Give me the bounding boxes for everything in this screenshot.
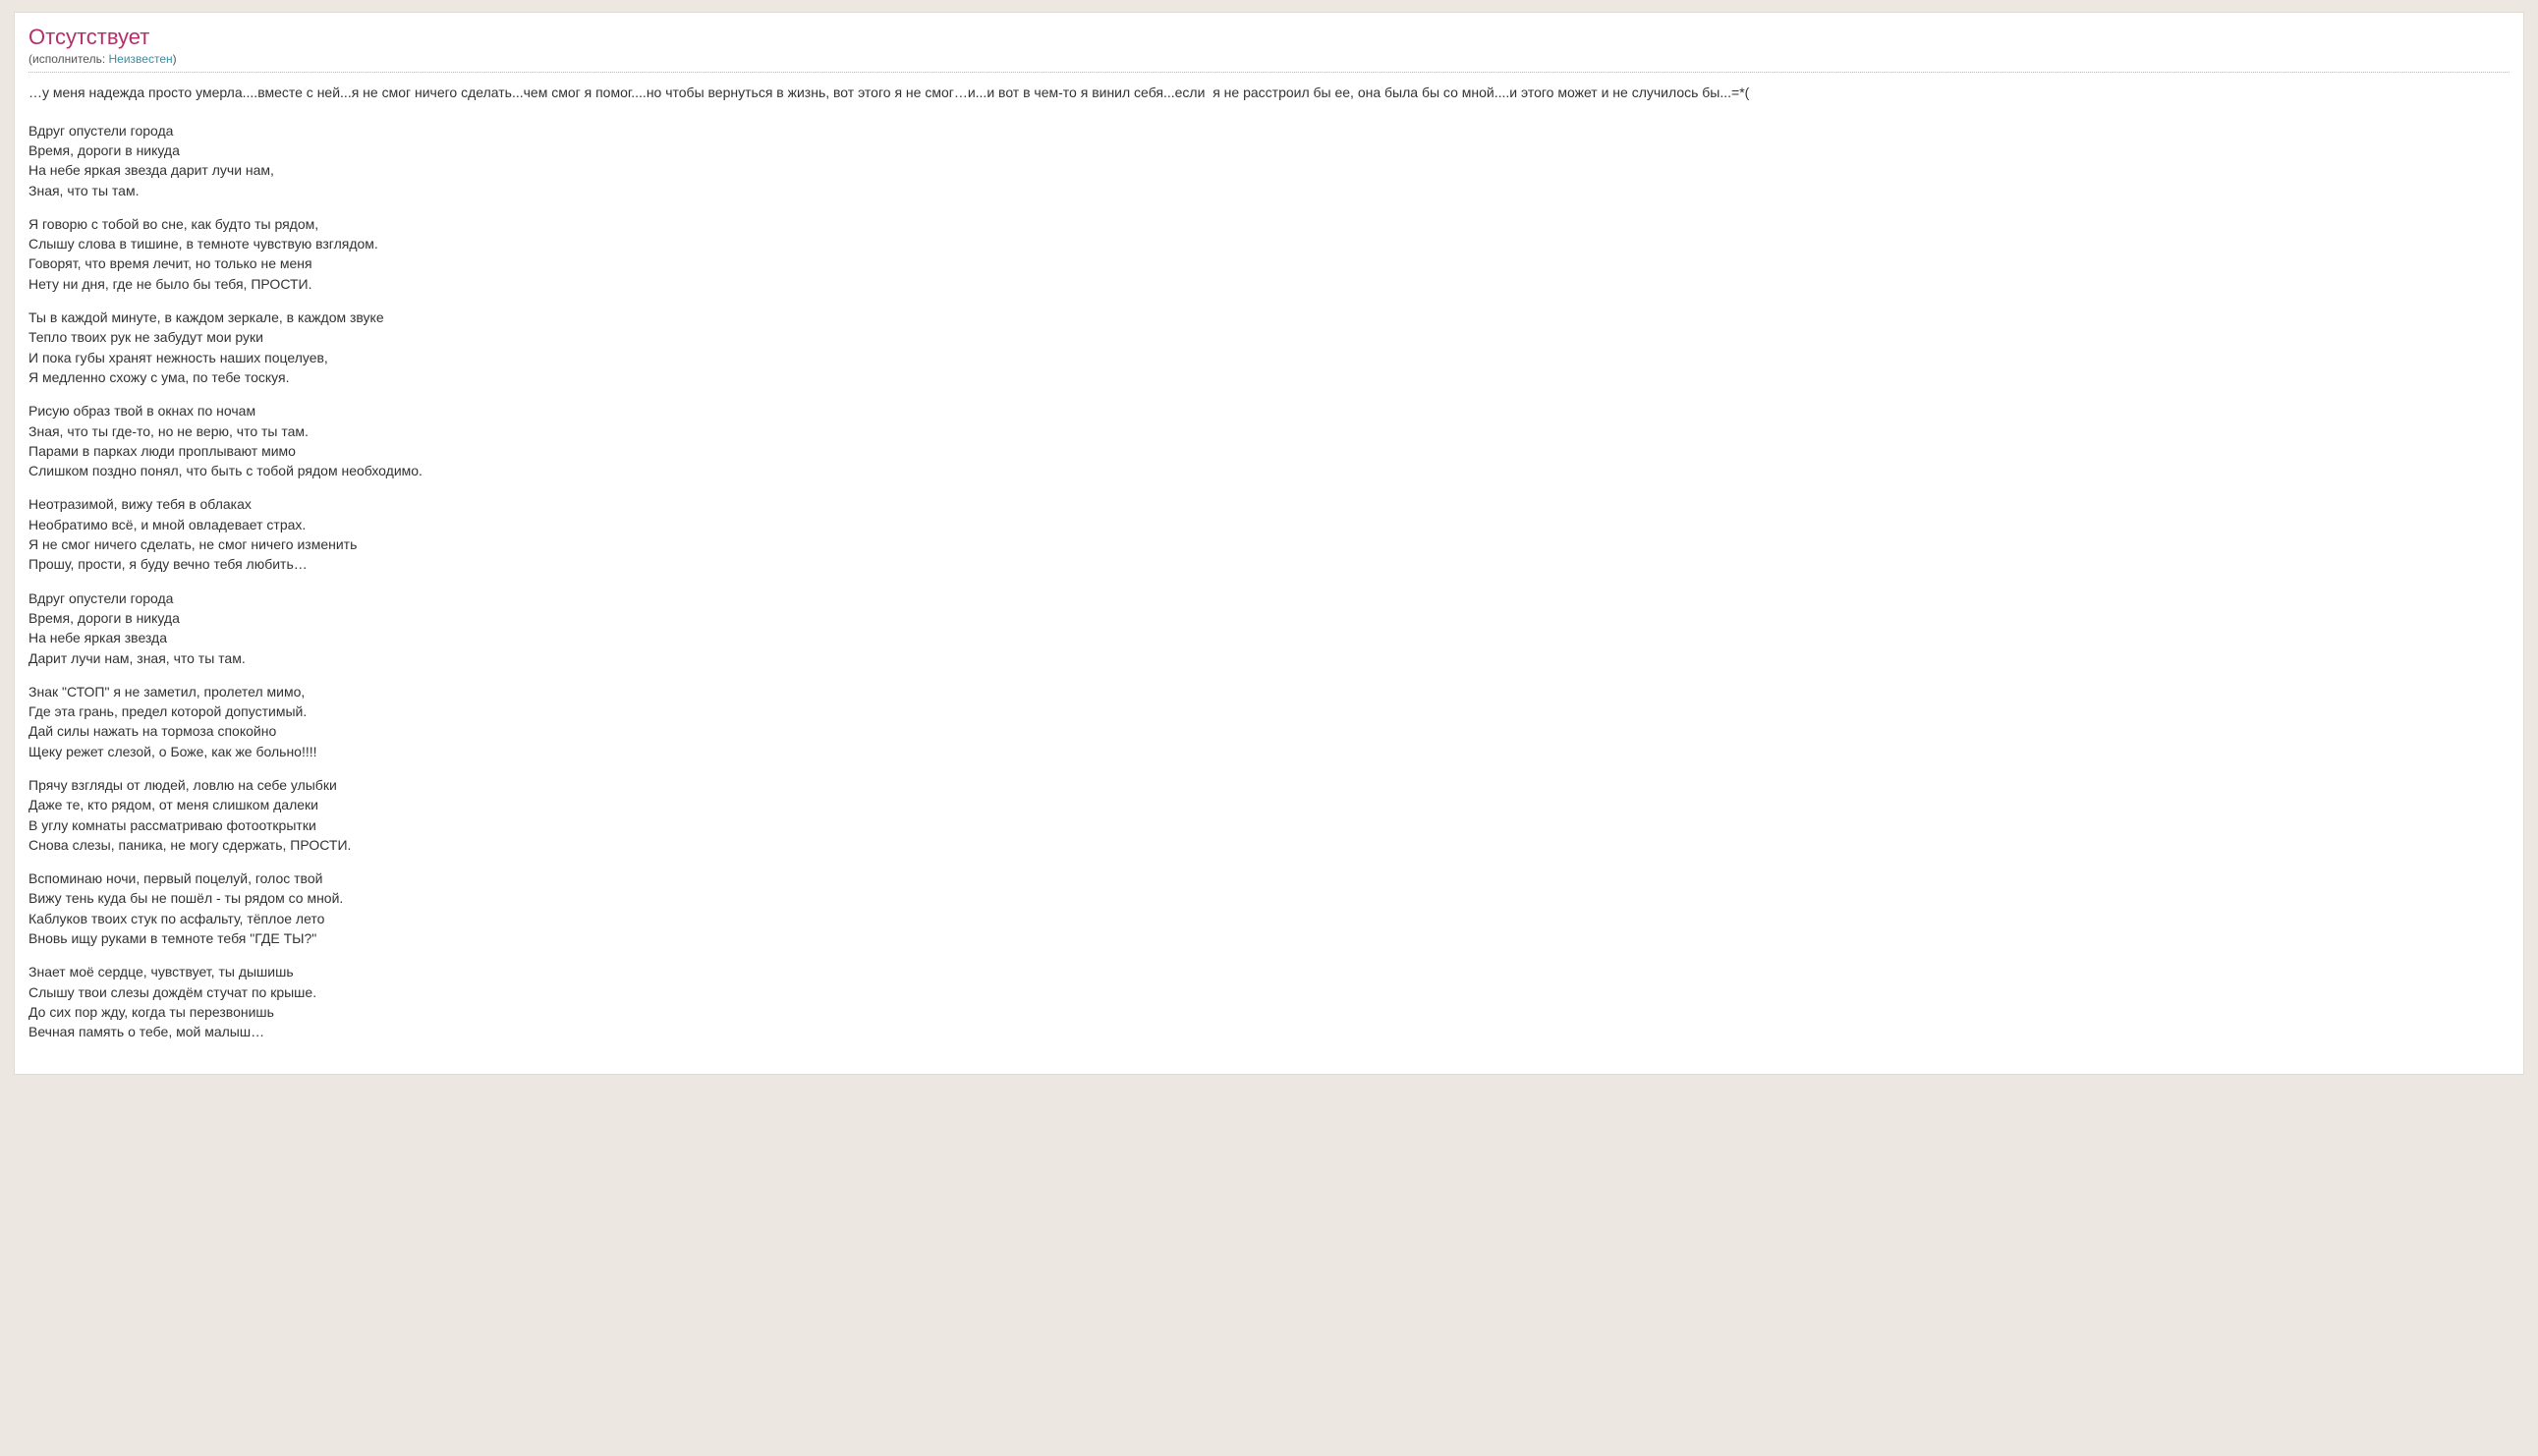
stanza: Прячу взгляды от людей, ловлю на себе ул… [28,775,2510,855]
lyrics: Вдруг опустели города Время, дороги в ни… [28,121,2510,1042]
performer-prefix: (исполнитель: [28,52,109,66]
divider [28,72,2510,73]
performer-link[interactable]: Неизвестен [109,52,173,66]
stanza: Вдруг опустели города Время, дороги в ни… [28,121,2510,200]
document-page: Отсутствует (исполнитель: Неизвестен) …у… [14,12,2524,1075]
song-title: Отсутствует [28,25,2510,50]
stanza: Ты в каждой минуте, в каждом зеркале, в … [28,308,2510,387]
intro-paragraph: …у меня надежда просто умерла....вместе … [28,83,2510,102]
stanza: Неотразимой, вижу тебя в облаках Необрат… [28,494,2510,574]
stanza: Знак "СТОП" я не заметил, пролетел мимо,… [28,682,2510,761]
stanza: Я говорю с тобой во сне, как будто ты ря… [28,214,2510,294]
performer-line: (исполнитель: Неизвестен) [28,52,2510,66]
stanza: Знает моё сердце, чувствует, ты дышишь С… [28,962,2510,1041]
stanza: Вдруг опустели города Время, дороги в ни… [28,588,2510,668]
performer-suffix: ) [173,52,177,66]
stanza: Рисую образ твой в окнах по ночам Зная, … [28,401,2510,480]
document-body: …у меня надежда просто умерла....вместе … [28,83,2510,1041]
stanza: Вспоминаю ночи, первый поцелуй, голос тв… [28,868,2510,948]
